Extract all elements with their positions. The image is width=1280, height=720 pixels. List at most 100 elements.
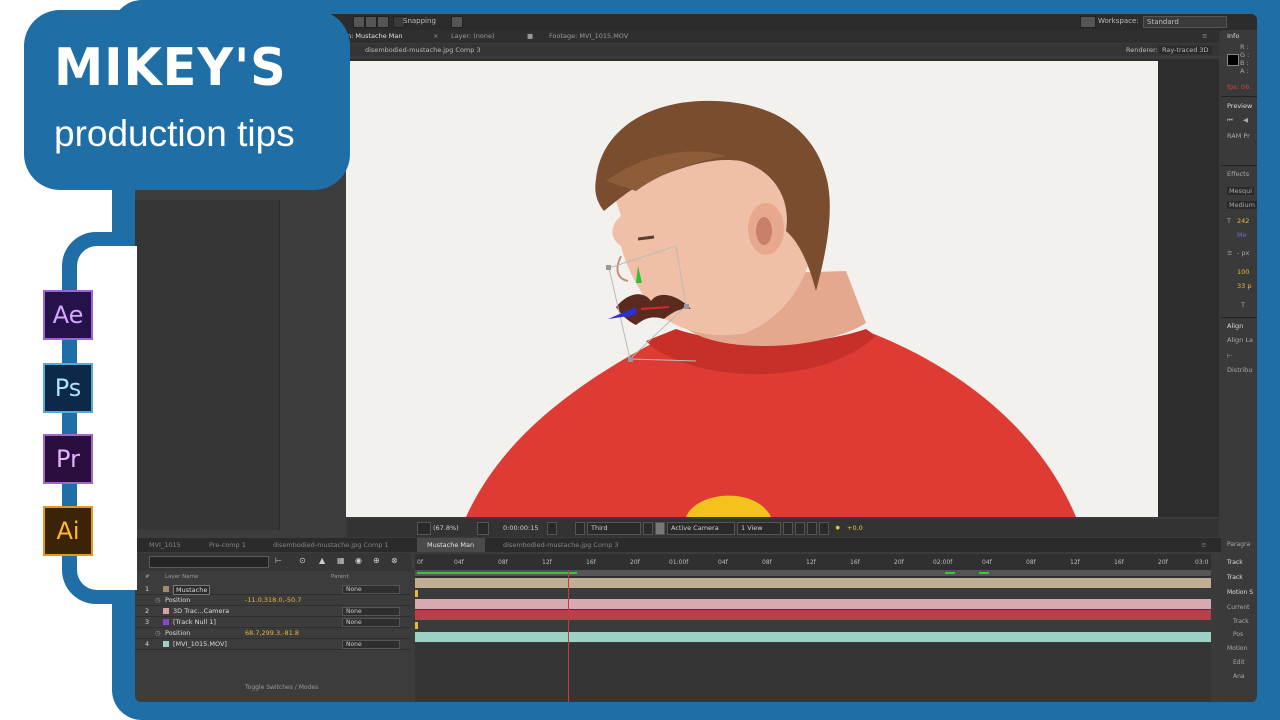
paragraph-tab[interactable]: Paragra — [1227, 541, 1250, 548]
parent-header[interactable]: Parent — [331, 574, 349, 580]
orbit-tool-icon[interactable] — [365, 16, 377, 28]
timeline-icon[interactable] — [807, 522, 817, 535]
sync-icon[interactable] — [1080, 16, 1096, 28]
layer-row[interactable]: 2 3D Trac...Camera None — [135, 606, 411, 617]
view-layout-select[interactable]: Third — [587, 522, 641, 535]
brainstorm-icon[interactable]: ⊗ — [391, 556, 398, 565]
layer-bar-footage[interactable] — [415, 632, 1211, 642]
position-value[interactable]: 68.7,299.3,-81.8 — [245, 629, 299, 637]
pan-tool-icon[interactable] — [377, 16, 389, 28]
views-select[interactable]: 1 View — [737, 522, 781, 535]
parent-select[interactable]: None — [342, 585, 400, 594]
frame-blending-icon[interactable]: ▦ — [337, 556, 345, 565]
faux-bold-icon[interactable]: T — [1241, 301, 1245, 309]
layer-search-input[interactable] — [149, 556, 269, 568]
layer-name[interactable]: [MVI_1015.MOV] — [173, 640, 227, 648]
tab-comp-3[interactable]: disembodied-mustache.jpg Comp 3 — [503, 541, 619, 549]
layer-bar-null[interactable] — [415, 610, 1211, 620]
first-frame-icon[interactable]: ⏮ — [1227, 116, 1233, 125]
effects-panel-tab[interactable]: Effects — [1227, 170, 1249, 178]
channel-icon[interactable] — [575, 522, 585, 535]
tab-footage[interactable]: Footage: MVI_1015.MOV — [549, 32, 628, 40]
font-size-value[interactable]: 242 — [1237, 217, 1249, 225]
exposure-icon[interactable]: ✹ — [835, 524, 840, 532]
tab-mustache-man[interactable]: Mustache Man — [427, 541, 474, 549]
layer-row[interactable]: 3 [Track Null 1] None — [135, 617, 411, 628]
region-of-interest-icon[interactable] — [795, 522, 805, 535]
layer-color-swatch[interactable] — [163, 641, 169, 647]
move-tool-icon[interactable] — [353, 16, 365, 28]
tab-layer[interactable]: Layer: (none) — [451, 32, 495, 40]
tab-composition[interactable]: n: Mustache Man — [347, 32, 403, 40]
timeline-menu-icon[interactable]: ≡ — [1201, 541, 1206, 549]
font-style-field[interactable]: Medium — [1227, 201, 1257, 209]
layer-name[interactable]: [Track Null 1] — [173, 618, 216, 626]
layer-property-row[interactable]: ◷ Position 68.7,299.3,-81.8 — [135, 628, 411, 639]
keyframe-icon[interactable] — [415, 622, 418, 629]
layer-bar-mustache[interactable] — [415, 578, 1211, 588]
empty-timeline-area[interactable] — [415, 643, 1211, 702]
parent-select[interactable]: None — [342, 618, 400, 627]
track-motion-button[interactable]: Track — [1227, 574, 1243, 581]
stopwatch-icon[interactable]: ◷ — [155, 629, 161, 637]
layer-bar-camera[interactable] — [415, 599, 1211, 609]
keyframe-icon[interactable] — [415, 590, 418, 597]
panel-menu-icon[interactable]: ≡ — [1202, 32, 1207, 40]
time-ruler[interactable]: 0f 04f 08f 12f 16f 20f 01:00f 04f 08f 12… — [415, 554, 1211, 578]
grid-icon[interactable] — [477, 522, 489, 535]
layer-name[interactable]: 3D Trac...Camera — [173, 607, 229, 615]
stroke-width-value[interactable]: - px — [1237, 249, 1249, 257]
align-panel-tab[interactable]: Align — [1227, 322, 1243, 330]
tab-comp-1[interactable]: disembodied-mustache.jpg Comp 1 — [273, 541, 389, 549]
flowchart-icon[interactable] — [819, 522, 829, 535]
snap-icon[interactable] — [451, 16, 463, 28]
preview-panel-tab[interactable]: Preview — [1227, 102, 1252, 110]
position-checkbox-label[interactable]: Pos — [1233, 631, 1243, 638]
tab-composition-close[interactable]: × — [433, 32, 438, 40]
layer-property-row[interactable]: ◷ Position -11.0,318.0,-50.7 — [135, 595, 411, 606]
layer-name-header[interactable]: Layer Name — [165, 574, 198, 580]
leading-value[interactable]: Me — [1237, 231, 1247, 239]
edit-target-button[interactable]: Edit — [1233, 659, 1245, 666]
snapshot-icon[interactable] — [547, 522, 557, 535]
layer-color-swatch[interactable] — [163, 619, 169, 625]
stopwatch-icon[interactable]: ◷ — [155, 596, 161, 604]
font-family-field[interactable]: Mesqui — [1227, 187, 1255, 195]
draft-3d-icon[interactable]: ⊙ — [299, 556, 306, 565]
vertical-scale-value[interactable]: 100 — [1237, 268, 1249, 276]
renderer-value[interactable]: Ray-traced 3D — [1159, 46, 1212, 54]
info-panel-tab[interactable]: Info — [1227, 32, 1239, 40]
timecode[interactable]: 0:00:00:15 — [503, 524, 539, 532]
parent-select[interactable]: None — [342, 607, 400, 616]
align-left-icon[interactable]: ⊢ — [1227, 352, 1233, 360]
tab-pre-comp-1[interactable]: Pre-comp 1 — [209, 541, 246, 549]
project-list[interactable] — [135, 200, 280, 530]
video-frame-preview[interactable] — [346, 61, 1158, 517]
track-camera-button[interactable]: Track — [1227, 559, 1243, 566]
motion-blur-icon[interactable]: ◉ — [355, 556, 362, 565]
composition-viewer[interactable] — [346, 59, 1219, 517]
timeline-graph[interactable]: 0f 04f 08f 12f 16f 20f 01:00f 04f 08f 12… — [415, 554, 1221, 702]
camera-select[interactable]: Active Camera — [667, 522, 735, 535]
position-value[interactable]: -11.0,318.0,-50.7 — [245, 596, 301, 604]
workspace-select[interactable]: Standard — [1143, 16, 1227, 28]
graph-editor-icon[interactable]: ⊕ — [373, 556, 380, 565]
toggle-switches-modes-button[interactable]: Toggle Switches / Modes — [245, 684, 318, 691]
layer-row[interactable]: 1 Mustache None — [135, 584, 411, 595]
current-time-indicator[interactable] — [568, 570, 569, 702]
layer-name[interactable]: Mustache — [173, 585, 211, 595]
exposure-value[interactable]: +0.0 — [847, 524, 863, 532]
zoom-level[interactable]: (67.8%) — [433, 524, 459, 532]
comp-mini-flowchart-icon[interactable]: ⊢ — [275, 556, 282, 565]
baseline-value[interactable]: 33 p — [1237, 282, 1251, 290]
prev-frame-icon[interactable]: ◀ — [1243, 116, 1248, 124]
fast-preview-icon[interactable] — [643, 522, 653, 535]
resolution-icon[interactable] — [417, 522, 431, 535]
layer-color-swatch[interactable] — [163, 608, 169, 614]
toggle-pixel-aspect-icon[interactable] — [783, 522, 793, 535]
tab-mvi-1015[interactable]: MVI_1015 — [149, 541, 181, 549]
layer-color-swatch[interactable] — [163, 586, 169, 592]
hide-shy-icon[interactable]: ▲ — [319, 556, 325, 565]
breadcrumb[interactable]: disembodied-mustache.jpg Comp 3 — [365, 46, 481, 54]
layer-row[interactable]: 4 [MVI_1015.MOV] None — [135, 639, 411, 650]
